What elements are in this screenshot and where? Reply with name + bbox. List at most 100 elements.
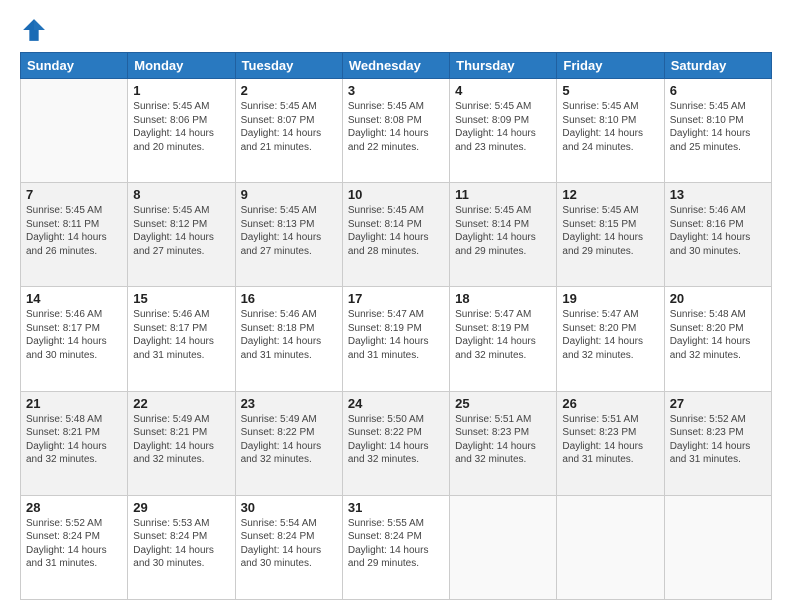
day-number: 24 xyxy=(348,396,444,411)
cell-info: Sunrise: 5:45 AMSunset: 8:08 PMDaylight:… xyxy=(348,100,444,154)
day-number: 22 xyxy=(133,396,229,411)
day-number: 13 xyxy=(670,187,766,202)
cell-info: Sunrise: 5:45 AMSunset: 8:14 PMDaylight:… xyxy=(348,204,444,258)
calendar-cell: 18 Sunrise: 5:47 AMSunset: 8:19 PMDayligh… xyxy=(450,287,557,391)
day-number: 3 xyxy=(348,83,444,98)
cell-info: Sunrise: 5:45 AMSunset: 8:11 PMDaylight:… xyxy=(26,204,122,258)
day-header-wednesday: Wednesday xyxy=(342,53,449,79)
calendar-cell xyxy=(664,495,771,599)
cell-info: Sunrise: 5:45 AMSunset: 8:14 PMDaylight:… xyxy=(455,204,551,258)
day-number: 21 xyxy=(26,396,122,411)
calendar-table: SundayMondayTuesdayWednesdayThursdayFrid… xyxy=(20,52,772,600)
calendar-cell: 5 Sunrise: 5:45 AMSunset: 8:10 PMDaylight… xyxy=(557,79,664,183)
day-header-thursday: Thursday xyxy=(450,53,557,79)
calendar-week-row: 21 Sunrise: 5:48 AMSunset: 8:21 PMDayligh… xyxy=(21,391,772,495)
calendar-week-row: 28Sunrise: 5:52 AMSunset: 8:24 PMDayligh… xyxy=(21,495,772,599)
header xyxy=(20,16,772,44)
day-number: 30 xyxy=(241,500,337,515)
day-header-monday: Monday xyxy=(128,53,235,79)
day-number: 23 xyxy=(241,396,337,411)
cell-info: Sunrise: 5:52 AMSunset: 8:23 PMDaylight:… xyxy=(670,413,766,467)
day-number: 18 xyxy=(455,291,551,306)
day-number: 25 xyxy=(455,396,551,411)
calendar-cell xyxy=(450,495,557,599)
calendar-cell: 7 Sunrise: 5:45 AMSunset: 8:11 PMDaylight… xyxy=(21,183,128,287)
calendar-cell: 23 Sunrise: 5:49 AMSunset: 8:22 PMDayligh… xyxy=(235,391,342,495)
cell-info: Sunrise: 5:53 AMSunset: 8:24 PMDaylight:… xyxy=(133,517,229,571)
cell-info: Sunrise: 5:55 AMSunset: 8:24 PMDaylight:… xyxy=(348,517,444,571)
day-number: 1 xyxy=(133,83,229,98)
day-header-sunday: Sunday xyxy=(21,53,128,79)
calendar-cell: 1 Sunrise: 5:45 AMSunset: 8:06 PMDaylight… xyxy=(128,79,235,183)
day-number: 14 xyxy=(26,291,122,306)
cell-info: Sunrise: 5:46 AMSunset: 8:18 PMDaylight:… xyxy=(241,308,337,362)
day-header-saturday: Saturday xyxy=(664,53,771,79)
day-number: 15 xyxy=(133,291,229,306)
calendar-cell: 19 Sunrise: 5:47 AMSunset: 8:20 PMDayligh… xyxy=(557,287,664,391)
calendar-cell: 20 Sunrise: 5:48 AMSunset: 8:20 PMDayligh… xyxy=(664,287,771,391)
day-number: 31 xyxy=(348,500,444,515)
calendar-cell: 16Sunrise: 5:46 AMSunset: 8:18 PMDayligh… xyxy=(235,287,342,391)
calendar-cell: 12Sunrise: 5:45 AMSunset: 8:15 PMDayligh… xyxy=(557,183,664,287)
cell-info: Sunrise: 5:51 AMSunset: 8:23 PMDaylight:… xyxy=(562,413,658,467)
cell-info: Sunrise: 5:46 AMSunset: 8:17 PMDaylight:… xyxy=(133,308,229,362)
day-number: 26 xyxy=(562,396,658,411)
calendar-cell: 15 Sunrise: 5:46 AMSunset: 8:17 PMDayligh… xyxy=(128,287,235,391)
day-number: 17 xyxy=(348,291,444,306)
day-header-tuesday: Tuesday xyxy=(235,53,342,79)
logo-icon xyxy=(20,16,48,44)
calendar-week-row: 7 Sunrise: 5:45 AMSunset: 8:11 PMDaylight… xyxy=(21,183,772,287)
cell-info: Sunrise: 5:45 AMSunset: 8:10 PMDaylight:… xyxy=(562,100,658,154)
calendar-cell: 28Sunrise: 5:52 AMSunset: 8:24 PMDayligh… xyxy=(21,495,128,599)
cell-info: Sunrise: 5:49 AMSunset: 8:22 PMDaylight:… xyxy=(241,413,337,467)
calendar-cell: 24 Sunrise: 5:50 AMSunset: 8:22 PMDayligh… xyxy=(342,391,449,495)
cell-info: Sunrise: 5:54 AMSunset: 8:24 PMDaylight:… xyxy=(241,517,337,571)
cell-info: Sunrise: 5:48 AMSunset: 8:20 PMDaylight:… xyxy=(670,308,766,362)
cell-info: Sunrise: 5:48 AMSunset: 8:21 PMDaylight:… xyxy=(26,413,122,467)
calendar-cell: 9Sunrise: 5:45 AMSunset: 8:13 PMDaylight… xyxy=(235,183,342,287)
day-number: 8 xyxy=(133,187,229,202)
day-header-friday: Friday xyxy=(557,53,664,79)
calendar-cell: 29 Sunrise: 5:53 AMSunset: 8:24 PMDayligh… xyxy=(128,495,235,599)
cell-info: Sunrise: 5:51 AMSunset: 8:23 PMDaylight:… xyxy=(455,413,551,467)
cell-info: Sunrise: 5:45 AMSunset: 8:15 PMDaylight:… xyxy=(562,204,658,258)
day-number: 7 xyxy=(26,187,122,202)
calendar-week-row: 14 Sunrise: 5:46 AMSunset: 8:17 PMDayligh… xyxy=(21,287,772,391)
day-number: 4 xyxy=(455,83,551,98)
calendar-cell: 11 Sunrise: 5:45 AMSunset: 8:14 PMDayligh… xyxy=(450,183,557,287)
calendar-cell: 13 Sunrise: 5:46 AMSunset: 8:16 PMDayligh… xyxy=(664,183,771,287)
cell-info: Sunrise: 5:46 AMSunset: 8:17 PMDaylight:… xyxy=(26,308,122,362)
day-number: 28 xyxy=(26,500,122,515)
calendar-cell xyxy=(557,495,664,599)
calendar-cell: 21 Sunrise: 5:48 AMSunset: 8:21 PMDayligh… xyxy=(21,391,128,495)
day-number: 10 xyxy=(348,187,444,202)
day-number: 11 xyxy=(455,187,551,202)
day-number: 19 xyxy=(562,291,658,306)
calendar-cell: 6 Sunrise: 5:45 AMSunset: 8:10 PMDaylight… xyxy=(664,79,771,183)
day-number: 29 xyxy=(133,500,229,515)
cell-info: Sunrise: 5:47 AMSunset: 8:20 PMDaylight:… xyxy=(562,308,658,362)
calendar-cell: 25 Sunrise: 5:51 AMSunset: 8:23 PMDayligh… xyxy=(450,391,557,495)
calendar-cell: 2Sunrise: 5:45 AMSunset: 8:07 PMDaylight… xyxy=(235,79,342,183)
day-number: 6 xyxy=(670,83,766,98)
day-number: 20 xyxy=(670,291,766,306)
day-number: 2 xyxy=(241,83,337,98)
cell-info: Sunrise: 5:46 AMSunset: 8:16 PMDaylight:… xyxy=(670,204,766,258)
cell-info: Sunrise: 5:50 AMSunset: 8:22 PMDaylight:… xyxy=(348,413,444,467)
calendar-cell: 14 Sunrise: 5:46 AMSunset: 8:17 PMDayligh… xyxy=(21,287,128,391)
calendar-cell: 31 Sunrise: 5:55 AMSunset: 8:24 PMDayligh… xyxy=(342,495,449,599)
calendar-cell: 26 Sunrise: 5:51 AMSunset: 8:23 PMDayligh… xyxy=(557,391,664,495)
calendar-cell: 10 Sunrise: 5:45 AMSunset: 8:14 PMDayligh… xyxy=(342,183,449,287)
cell-info: Sunrise: 5:49 AMSunset: 8:21 PMDaylight:… xyxy=(133,413,229,467)
logo xyxy=(20,16,52,44)
calendar-cell: 8 Sunrise: 5:45 AMSunset: 8:12 PMDaylight… xyxy=(128,183,235,287)
cell-info: Sunrise: 5:45 AMSunset: 8:06 PMDaylight:… xyxy=(133,100,229,154)
cell-info: Sunrise: 5:45 AMSunset: 8:10 PMDaylight:… xyxy=(670,100,766,154)
calendar-cell: 30 Sunrise: 5:54 AMSunset: 8:24 PMDayligh… xyxy=(235,495,342,599)
day-number: 5 xyxy=(562,83,658,98)
calendar-cell: 4Sunrise: 5:45 AMSunset: 8:09 PMDaylight… xyxy=(450,79,557,183)
cell-info: Sunrise: 5:47 AMSunset: 8:19 PMDaylight:… xyxy=(455,308,551,362)
calendar-cell: 27Sunrise: 5:52 AMSunset: 8:23 PMDayligh… xyxy=(664,391,771,495)
cell-info: Sunrise: 5:45 AMSunset: 8:12 PMDaylight:… xyxy=(133,204,229,258)
page: SundayMondayTuesdayWednesdayThursdayFrid… xyxy=(0,0,792,612)
